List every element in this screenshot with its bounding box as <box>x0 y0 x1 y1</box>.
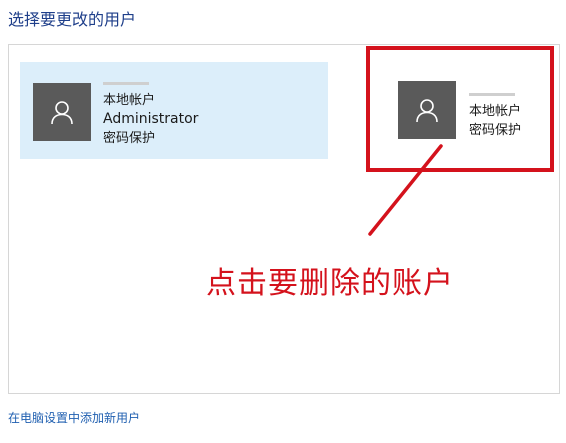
user-silhouette-icon <box>416 99 438 123</box>
user-accounts-page: 选择要更改的用户 本地帐户 Administrator 密码保护 本地帐户 密码… <box>0 0 566 443</box>
password-protected-label: 密码保护 <box>103 131 156 146</box>
user-silhouette-icon <box>51 101 73 125</box>
password-protected-label: 密码保护 <box>469 123 522 138</box>
user-info: 本地帐户 Administrator 密码保护 <box>103 72 198 148</box>
account-type-label: 本地帐户 <box>469 104 522 119</box>
user-name <box>103 72 198 91</box>
add-user-link[interactable]: 在电脑设置中添加新用户 <box>8 409 140 426</box>
annotation-text: 点击要删除的账户 <box>206 266 454 301</box>
user-info: 本地帐户 密码保护 <box>469 83 521 140</box>
obscured-name <box>469 93 515 96</box>
user-tile-local[interactable]: 本地帐户 密码保护 <box>382 75 522 155</box>
user-name <box>469 83 521 102</box>
user-tile-administrator[interactable]: 本地帐户 Administrator 密码保护 <box>20 62 328 159</box>
obscured-name <box>103 82 149 85</box>
user-list-panel: 本地帐户 Administrator 密码保护 本地帐户 密码保护 <box>8 44 560 394</box>
account-role-label: Administrator <box>103 111 199 127</box>
page-title: 选择要更改的用户 <box>8 10 137 29</box>
avatar <box>33 83 91 141</box>
account-type-label: 本地帐户 <box>103 93 156 108</box>
avatar <box>398 81 456 139</box>
